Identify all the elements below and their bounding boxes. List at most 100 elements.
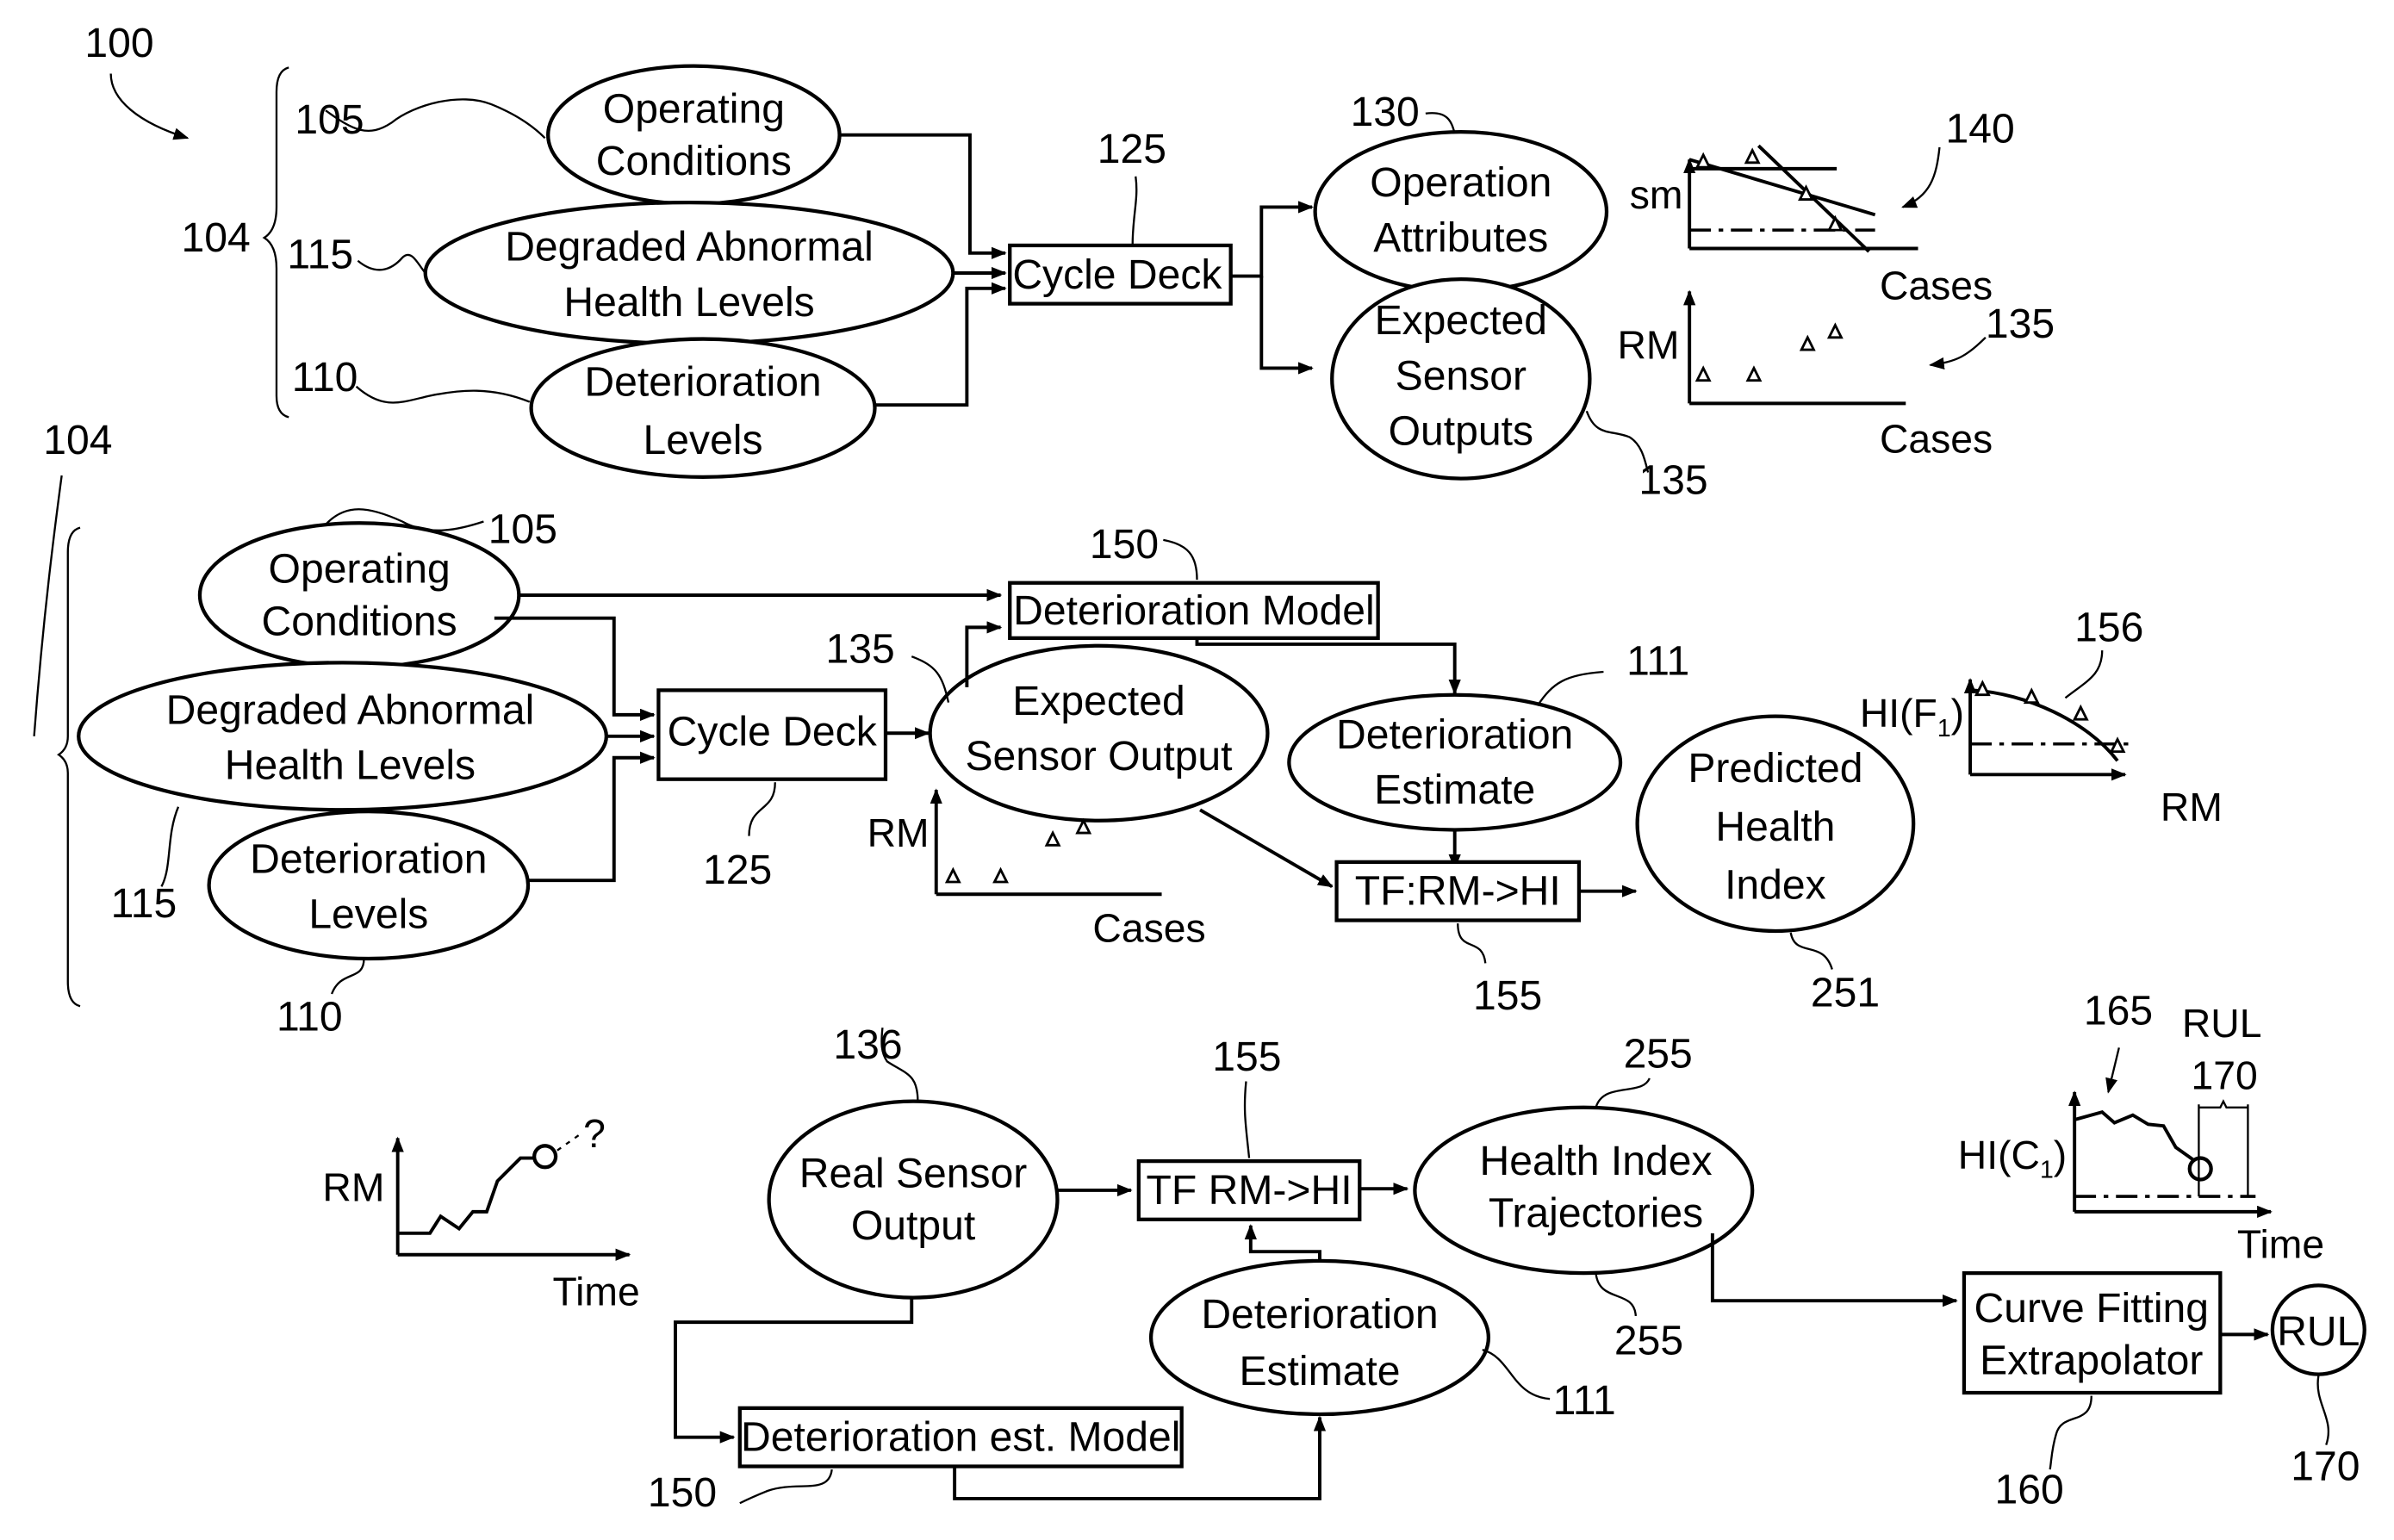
- svg-text:Degraded Abnormal: Degraded Abnormal: [166, 687, 535, 734]
- leader-150: [1163, 538, 1198, 581]
- ref-110: 110: [292, 354, 358, 401]
- input-deterioration-levels[interactable]: Deterioration Levels: [529, 337, 877, 479]
- leader-104: [33, 475, 63, 736]
- svg-text:Conditions: Conditions: [596, 138, 792, 184]
- rul-ref: 170: [2192, 1053, 2258, 1097]
- group-ref-middle: 104: [43, 417, 112, 463]
- predicted-health-index-node[interactable]: Predicted Health Index: [1635, 714, 1916, 934]
- svg-text:RUL: RUL: [2277, 1308, 2360, 1355]
- input-operating-conditions[interactable]: Operating Conditions: [546, 64, 842, 206]
- leader-110: [355, 385, 531, 404]
- input-degraded-abnormal-health-levels-2[interactable]: Degraded Abnormal Health Levels: [77, 661, 608, 812]
- hi-trajectory: [2074, 1109, 2198, 1164]
- leader-125: [1131, 176, 1138, 245]
- section-middle: 104 Operating Conditions 105 Degraded Ab…: [33, 417, 2223, 1040]
- ref-155-2: 155: [1212, 1034, 1281, 1080]
- data-point: [1694, 152, 1712, 169]
- svg-text:Health Levels: Health Levels: [225, 742, 476, 789]
- data-point: [1745, 365, 1763, 382]
- leader-170: [2316, 1375, 2330, 1445]
- real-sensor-output-node[interactable]: Real Sensor Output: [767, 1099, 1060, 1300]
- deterioration-estimate-node-2[interactable]: Deterioration Estimate: [1148, 1258, 1491, 1417]
- data-point: [1694, 365, 1712, 382]
- svg-text:Cycle Deck: Cycle Deck: [1012, 251, 1222, 298]
- patent-diagram: 100 104 105 115 110 Operating Conditions…: [33, 20, 2366, 1516]
- svg-text:Extrapolator: Extrapolator: [1980, 1338, 2203, 1384]
- input-deterioration-levels-2[interactable]: Deterioration Levels: [207, 809, 531, 961]
- ref-125: 125: [1098, 126, 1166, 172]
- connector: [1259, 276, 1314, 375]
- deterioration-model-box[interactable]: Deterioration Model: [1008, 581, 1380, 640]
- ref-135: 135: [1638, 456, 1707, 503]
- ref-150: 150: [1090, 521, 1159, 568]
- svg-text:TF RM->HI: TF RM->HI: [1147, 1167, 1352, 1214]
- svg-text:TF:RM->HI: TF:RM->HI: [1355, 868, 1561, 915]
- transfer-function-box-2[interactable]: TF RM->HI: [1136, 1158, 1362, 1221]
- data-point: [2023, 687, 2040, 705]
- svg-text:Operation: Operation: [1370, 159, 1551, 206]
- x-label: Cases: [1880, 416, 1993, 461]
- y-label: HI(F1): [1860, 691, 1964, 742]
- ref-160: 160: [1995, 1466, 2064, 1512]
- svg-text:Sensor Output: Sensor Output: [966, 733, 1233, 779]
- y-label: RM: [322, 1164, 384, 1209]
- connector: [1199, 808, 1334, 889]
- ref-155: 155: [1473, 972, 1542, 1019]
- svg-text:Expected: Expected: [1012, 678, 1185, 724]
- curve-fitting-extrapolator-box[interactable]: Curve Fitting Extrapolator: [1962, 1270, 2223, 1395]
- x-label: Cases: [1092, 905, 1205, 950]
- svg-text:Deterioration Model: Deterioration Model: [1013, 587, 1375, 634]
- data-point: [944, 866, 961, 884]
- svg-text:Cycle Deck: Cycle Deck: [668, 709, 878, 755]
- leader-115: [357, 253, 426, 274]
- svg-text:Predicted: Predicted: [1688, 745, 1862, 792]
- rul-brace: [2198, 1099, 2248, 1108]
- y-label: RM: [1617, 323, 1679, 368]
- leader-110-2: [331, 958, 365, 995]
- expected-sensor-outputs-node[interactable]: Expected Sensor Outputs: [1330, 276, 1592, 481]
- svg-text:Real Sensor: Real Sensor: [799, 1150, 1028, 1196]
- leader-150-2: [739, 1469, 833, 1505]
- operation-attributes-node[interactable]: Operation Attributes: [1313, 130, 1609, 294]
- ref-165-arrow: [2105, 1047, 2120, 1094]
- svg-text:Operating: Operating: [269, 546, 451, 593]
- input-degraded-abnormal-health-levels[interactable]: Degraded Abnormal Health Levels: [423, 200, 955, 346]
- svg-text:Output: Output: [851, 1202, 975, 1249]
- data-point: [992, 866, 1009, 884]
- chart-rm-vs-cases-top: RM Cases 135: [1617, 289, 2055, 461]
- svg-text:Sensor: Sensor: [1396, 352, 1527, 399]
- ref-115: 115: [287, 232, 353, 278]
- y-label: HI(C1): [1958, 1133, 2067, 1184]
- expected-sensor-output-node[interactable]: Expected Sensor Output: [928, 643, 1270, 823]
- chart-sm-vs-cases: sm Cases 140: [1630, 106, 2015, 308]
- rul-output-node[interactable]: RUL: [2270, 1283, 2366, 1376]
- ref-135-arrow: [1928, 336, 1987, 370]
- ref-135-chart: 135: [1986, 301, 2055, 347]
- cycle-deck-box-2[interactable]: Cycle Deck: [656, 688, 888, 781]
- connector: [1244, 1224, 1321, 1261]
- svg-text:Outputs: Outputs: [1389, 407, 1533, 454]
- svg-text:Estimate: Estimate: [1239, 1348, 1400, 1394]
- deterioration-estimate-node[interactable]: Deterioration Estimate: [1287, 692, 1623, 832]
- y-label: RM: [867, 810, 930, 855]
- leader-155-2: [1243, 1081, 1251, 1158]
- input-operating-conditions-2[interactable]: Operating Conditions: [197, 521, 521, 669]
- current-point: [2187, 1156, 2213, 1182]
- ref-105: 105: [295, 96, 364, 143]
- leader-111-2: [1482, 1349, 1551, 1400]
- leader-255-b: [1595, 1272, 1637, 1317]
- svg-text:Deterioration est. Model: Deterioration est. Model: [741, 1414, 1180, 1461]
- svg-text:Conditions: Conditions: [262, 598, 457, 644]
- deterioration-est-model-box[interactable]: Deterioration est. Model: [737, 1406, 1184, 1469]
- cycle-deck-box[interactable]: Cycle Deck: [1008, 243, 1233, 306]
- data-point: [2072, 704, 2089, 721]
- figure-ref-arrow: [109, 73, 190, 140]
- transfer-function-box[interactable]: TF:RM->HI: [1334, 860, 1582, 922]
- leader-251: [1789, 932, 1833, 970]
- current-point: [532, 1144, 558, 1170]
- leader-255: [1595, 1077, 1651, 1108]
- svg-text:Index: Index: [1725, 862, 1826, 909]
- svg-text:Deterioration: Deterioration: [1336, 711, 1573, 758]
- health-index-trajectories-node[interactable]: Health Index Trajectories: [1413, 1105, 1755, 1276]
- extrapolation: [557, 1131, 584, 1152]
